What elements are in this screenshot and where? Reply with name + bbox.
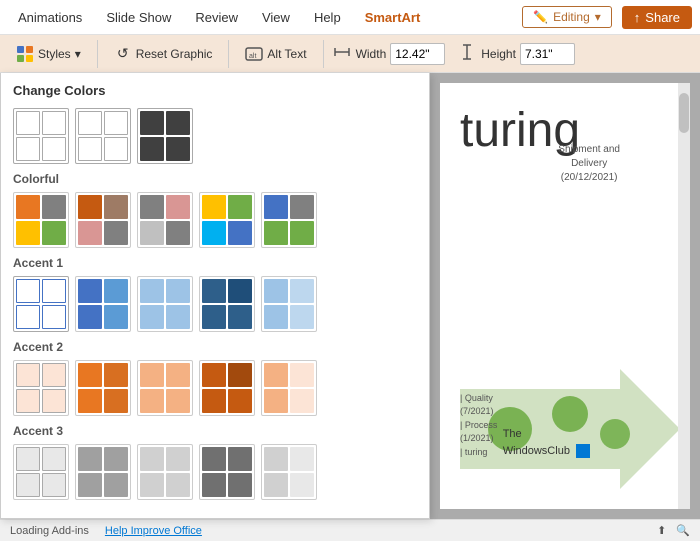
menu-smartart[interactable]: SmartArt — [355, 6, 431, 29]
pencil-icon: ✏️ — [533, 10, 548, 24]
styles-label: Styles — [38, 47, 71, 61]
color-option-outline1[interactable] — [13, 108, 69, 164]
reset-graphic-label: Reset Graphic — [136, 47, 213, 61]
slide-bottom-left: | Quality(7/2021)| Process(1/2021)| turi… — [460, 392, 497, 460]
color-grid-default — [13, 108, 417, 164]
change-colors-panel: Change Colors Colorful — [0, 73, 430, 519]
color-option-accent3-4[interactable] — [199, 444, 255, 500]
alt-text-button[interactable]: alt Alt Text — [237, 41, 314, 67]
height-field: Height — [457, 43, 575, 65]
editing-label: Editing — [553, 10, 590, 24]
svg-text:alt: alt — [249, 53, 256, 60]
divider-3 — [323, 40, 324, 68]
color-option-accent2-4[interactable] — [199, 360, 255, 416]
color-option-accent3-2[interactable] — [75, 444, 131, 500]
status-bar: Loading Add-ins Help Improve Office ⬆ 🔍 — [0, 519, 700, 541]
loading-addins-label: Loading Add-ins — [10, 525, 89, 537]
slide-windowsclub-text: WindowsClub — [503, 445, 570, 457]
color-option-colorful3[interactable] — [137, 192, 193, 248]
reset-graphic-button[interactable]: ↺ Reset Graphic — [106, 41, 221, 67]
editing-button[interactable]: ✏️ Editing ▾ — [522, 6, 612, 28]
menu-bar: Animations Slide Show Review View Help S… — [0, 0, 700, 35]
color-option-colorful2[interactable] — [75, 192, 131, 248]
alt-text-label: Alt Text — [267, 47, 306, 61]
color-option-accent2-5[interactable] — [261, 360, 317, 416]
divider-2 — [228, 40, 229, 68]
color-option-outline2[interactable] — [75, 108, 131, 164]
color-option-colorful1[interactable] — [13, 192, 69, 248]
width-field: Width — [332, 43, 446, 65]
color-option-accent2-1[interactable] — [13, 360, 69, 416]
slide-bottom-right: The WindowsClub — [503, 426, 590, 459]
panel-title: Change Colors — [13, 83, 417, 98]
slide-area: turing Shipment andDelivery(20/12/2021) … — [430, 73, 700, 519]
color-option-accent1-2[interactable] — [75, 276, 131, 332]
menu-animations[interactable]: Animations — [8, 6, 92, 29]
color-option-colorful4[interactable] — [199, 192, 255, 248]
width-icon — [332, 43, 352, 64]
scrollbar-thumb[interactable] — [679, 93, 689, 133]
menu-review[interactable]: Review — [185, 6, 248, 29]
slide-the-text: The — [503, 428, 522, 440]
accent2-label: Accent 2 — [13, 340, 417, 354]
height-input[interactable] — [520, 43, 575, 65]
accent3-label: Accent 3 — [13, 424, 417, 438]
scrollbar-track[interactable] — [678, 83, 690, 509]
color-option-accent1-3[interactable] — [137, 276, 193, 332]
alt-text-icon: alt — [245, 45, 263, 63]
slide-annotation: Shipment andDelivery(20/12/2021) — [558, 143, 620, 185]
color-option-accent2-3[interactable] — [137, 360, 193, 416]
color-grid-colorful — [13, 192, 417, 248]
share-button[interactable]: ↑ Share — [622, 6, 692, 29]
styles-icon — [16, 45, 34, 63]
color-grid-accent1 — [13, 276, 417, 332]
zoom-icon: 🔍 — [676, 524, 690, 537]
color-option-accent3-5[interactable] — [261, 444, 317, 500]
color-option-accent1-1[interactable] — [13, 276, 69, 332]
menu-slideshow[interactable]: Slide Show — [96, 6, 181, 29]
upload-icon[interactable]: ⬆ — [657, 524, 666, 537]
colorful-label: Colorful — [13, 172, 417, 186]
accent1-label: Accent 1 — [13, 256, 417, 270]
width-input[interactable] — [390, 43, 445, 65]
color-option-dark[interactable] — [137, 108, 193, 164]
styles-button[interactable]: Styles ▾ — [8, 41, 89, 67]
color-option-accent3-1[interactable] — [13, 444, 69, 500]
color-option-accent1-5[interactable] — [261, 276, 317, 332]
menu-help[interactable]: Help — [304, 6, 351, 29]
share-icon: ↑ — [634, 10, 641, 25]
windowsclub-icon — [576, 444, 590, 458]
ribbon: Styles ▾ ↺ Reset Graphic alt Alt Text Wi… — [0, 35, 700, 73]
main-area: Change Colors Colorful — [0, 73, 700, 519]
color-grid-accent3 — [13, 444, 417, 500]
share-label: Share — [645, 10, 680, 25]
height-label: Height — [481, 47, 516, 61]
reset-icon: ↺ — [114, 45, 132, 63]
menu-view[interactable]: View — [252, 6, 300, 29]
height-icon — [457, 43, 477, 64]
chevron-down-icon: ▾ — [595, 10, 601, 24]
divider-1 — [97, 40, 98, 68]
slide-content: turing Shipment andDelivery(20/12/2021) … — [440, 83, 690, 509]
width-label: Width — [356, 47, 387, 61]
status-right: ⬆ 🔍 — [657, 524, 690, 537]
color-option-colorful5[interactable] — [261, 192, 317, 248]
chevron-down-icon: ▾ — [75, 47, 81, 61]
help-improve-label[interactable]: Help Improve Office — [105, 525, 202, 537]
color-option-accent3-3[interactable] — [137, 444, 193, 500]
color-option-accent1-4[interactable] — [199, 276, 255, 332]
color-option-accent2-2[interactable] — [75, 360, 131, 416]
color-grid-accent2 — [13, 360, 417, 416]
